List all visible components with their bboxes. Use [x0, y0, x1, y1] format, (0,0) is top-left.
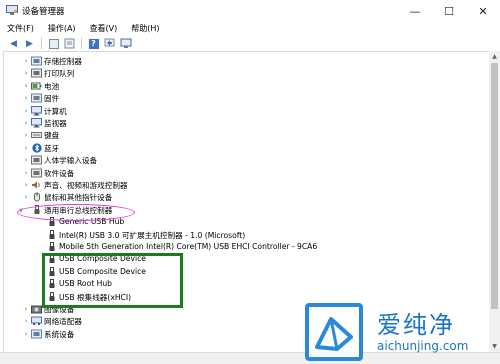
device-manager-icon [6, 5, 18, 15]
chevron-right-icon[interactable]: › [22, 179, 30, 191]
imaging-device-icon [31, 304, 42, 314]
toolbar: ◀ ▶ ? [0, 36, 500, 51]
menu-file[interactable]: 文件(F) [0, 23, 41, 34]
tree-category-item[interactable]: › 固件 [4, 92, 474, 104]
chevron-right-icon[interactable]: › [22, 80, 30, 92]
usb-device-icon [46, 229, 57, 240]
network-adapter-icon [31, 316, 42, 326]
highlight-box [42, 253, 183, 308]
tree-category-item[interactable]: › 鼠标和其他指针设备 [4, 191, 474, 203]
sound-icon [31, 180, 42, 190]
tree-category-item[interactable]: › 打印队列 [4, 67, 474, 79]
chevron-right-icon[interactable]: › [22, 117, 30, 129]
scan-hardware-icon[interactable] [119, 37, 132, 50]
keyboard-icon [31, 130, 42, 140]
monitor-icon [31, 118, 42, 128]
toolbar-separator [81, 38, 82, 49]
tree-category-item[interactable]: › 蓝牙 [4, 142, 474, 154]
menu-view[interactable]: 查看(V) [83, 23, 125, 34]
watermark-title: 爱纯净 [377, 311, 455, 339]
tree-category-item[interactable]: › 存储控制器 [4, 55, 474, 67]
storage-controller-icon [31, 56, 42, 66]
chevron-right-icon[interactable]: › [22, 167, 30, 179]
toolbar-separator [41, 38, 42, 49]
mouse-icon [31, 192, 42, 202]
watermark-url: aichunjing.com [377, 339, 469, 353]
battery-icon [31, 81, 42, 91]
watermark-logo-icon [305, 303, 363, 361]
tree-category-item[interactable]: › 电池 [4, 80, 474, 92]
tree-item-label: 固件 [44, 94, 60, 104]
tree-category-item[interactable]: › 键盘 [4, 129, 474, 141]
tree-item-label: 鼠标和其他指针设备 [44, 193, 113, 203]
computer-icon [31, 105, 42, 116]
tree-item-label: 电池 [44, 81, 60, 91]
chevron-right-icon[interactable]: › [22, 105, 30, 117]
software-device-icon [31, 168, 42, 178]
system-device-icon [31, 329, 42, 339]
firmware-icon [31, 93, 42, 103]
chevron-right-icon[interactable]: › [22, 303, 30, 315]
tree-item-label: 打印队列 [44, 69, 75, 79]
tree-category-item[interactable]: › 声音、视频和游戏控制器 [4, 179, 474, 191]
show-hide-tree-icon[interactable] [47, 37, 60, 50]
minimize-button[interactable]: — [398, 0, 432, 22]
forward-icon[interactable]: ▶ [23, 37, 36, 50]
window-title: 设备管理器 [22, 7, 65, 17]
tree-item-label: 存储控制器 [44, 57, 82, 66]
tree-item-label: 系统设备 [44, 329, 75, 339]
properties-icon[interactable] [63, 37, 76, 50]
chevron-right-icon[interactable]: › [22, 142, 30, 154]
update-driver-icon[interactable] [103, 37, 116, 50]
usb-device-icon [46, 242, 57, 252]
device-manager-window: 设备管理器 — ☐ ✕ 文件(F) 操作(A) 查看(V) 帮助(H) ◀ ▶ … [0, 0, 500, 364]
chevron-right-icon[interactable]: › [22, 55, 30, 67]
scroll-thumb[interactable] [491, 63, 498, 309]
tree-category-item[interactable]: › 监视器 [4, 117, 474, 129]
tree-device-item[interactable]: Mobile 5th Generation Intel(R) Core(TM) … [4, 241, 474, 253]
tree-item-label: 键盘 [44, 131, 60, 141]
tree-device-item[interactable]: Intel(R) USB 3.0 可扩展主机控制器 - 1.0 (Microso… [4, 229, 474, 241]
tree-item-label: 软件设备 [44, 168, 75, 178]
chevron-right-icon[interactable]: › [22, 315, 30, 327]
tree-item-label: 网络适配器 [44, 317, 82, 327]
bluetooth-icon [31, 143, 42, 153]
tree-category-item[interactable]: › 软件设备 [4, 167, 474, 179]
tree-item-label: 人体学输入设备 [44, 156, 98, 166]
tree-item-label: 计算机 [44, 106, 67, 116]
chevron-right-icon[interactable]: › [22, 92, 30, 104]
help-icon[interactable]: ? [87, 37, 100, 50]
tree-item-label: 蓝牙 [44, 143, 60, 153]
close-button[interactable]: ✕ [466, 0, 500, 22]
device-label: Intel(R) USB 3.0 可扩展主机控制器 - 1.0 (Microso… [59, 230, 246, 240]
chevron-right-icon[interactable]: › [22, 67, 30, 79]
tree-category-item[interactable]: › 计算机 [4, 105, 474, 117]
watermark: 爱纯净 aichunjing.com [303, 299, 500, 364]
maximize-button[interactable]: ☐ [432, 0, 466, 22]
tree-item-label: 声音、视频和游戏控制器 [44, 181, 128, 190]
menu-bar: 文件(F) 操作(A) 查看(V) 帮助(H) [0, 22, 500, 35]
scroll-up-arrow-icon[interactable]: ▲ [489, 51, 500, 61]
chevron-right-icon[interactable]: › [22, 328, 30, 340]
print-queue-icon [31, 68, 42, 78]
title-bar: 设备管理器 — ☐ ✕ [0, 0, 500, 22]
hid-icon [31, 155, 42, 165]
chevron-right-icon[interactable]: › [22, 191, 30, 203]
highlight-ellipse [17, 204, 135, 221]
back-icon[interactable]: ◀ [7, 37, 20, 50]
menu-help[interactable]: 帮助(H) [124, 23, 166, 34]
tree-item-label: 监视器 [44, 119, 67, 128]
chevron-right-icon[interactable]: › [22, 129, 30, 141]
device-label: Mobile 5th Generation Intel(R) Core(TM) … [59, 242, 318, 251]
menu-action[interactable]: 操作(A) [41, 23, 83, 34]
chevron-right-icon[interactable]: › [22, 154, 30, 166]
tree-category-item[interactable]: › 人体学输入设备 [4, 154, 474, 166]
